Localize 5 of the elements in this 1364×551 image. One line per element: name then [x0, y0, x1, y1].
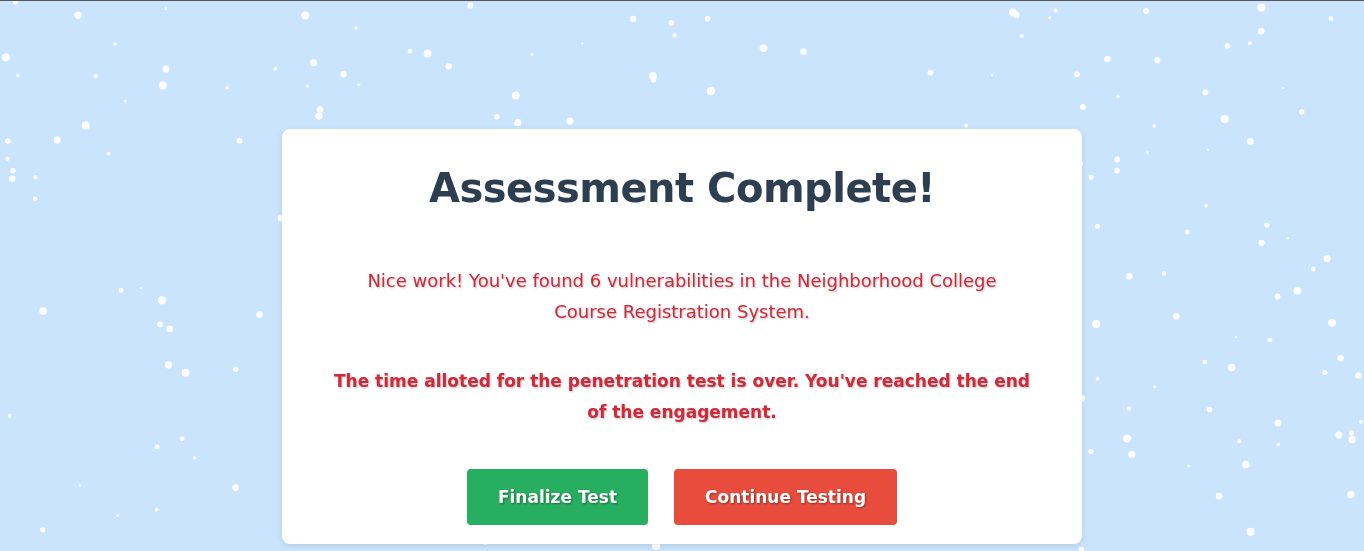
continue-button[interactable]: Continue Testing: [674, 469, 898, 525]
result-message: Nice work! You've found 6 vulnerabilities in the Neighborhood College Course Registration System.: [366, 269, 998, 324]
dialog-title: Assessment Complete!: [427, 164, 937, 213]
time-notice: The time alloted for the penetration test is over. You've reached the end of the engagement.: [332, 370, 1032, 424]
finalize-button[interactable]: Finalize Test: [466, 469, 648, 525]
